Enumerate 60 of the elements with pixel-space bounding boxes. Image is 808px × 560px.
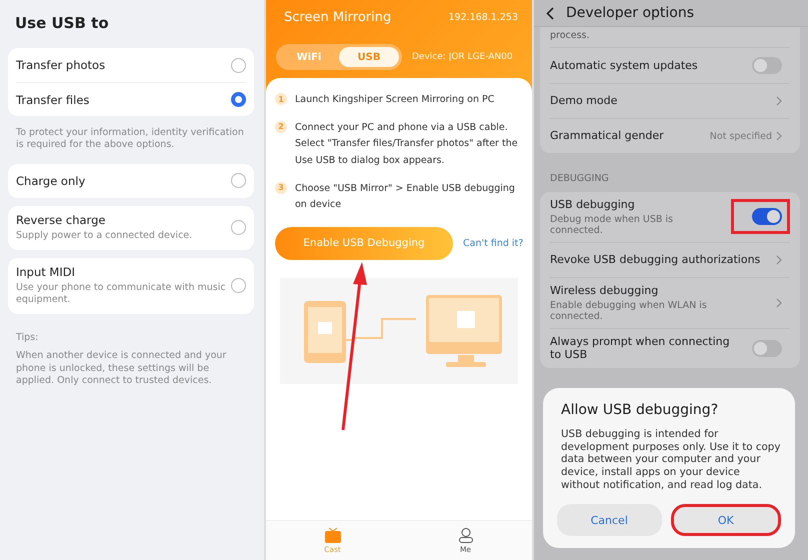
option-label[interactable]: Transfer files xyxy=(16,92,90,106)
settings-row[interactable]: Automatic system updates xyxy=(550,47,790,83)
screen-title: Developer options xyxy=(566,5,694,21)
setting-value: Not specified xyxy=(710,130,772,142)
settings-row[interactable]: Always prompt when connecting to USB xyxy=(550,328,790,368)
person-icon xyxy=(458,528,474,542)
page-title: Use USB to xyxy=(15,14,110,32)
toggle-switch[interactable] xyxy=(752,208,782,226)
chevron-icon xyxy=(776,131,782,141)
settings-row[interactable]: Revoke USB debugging authorizations xyxy=(550,242,790,277)
setting-label: Revoke USB debugging authorizations xyxy=(550,252,760,267)
tips-text: When another device is connected and your phone is unlocked, these settings will be applied. Only connect to trusted devices. xyxy=(15,349,228,388)
step-number: 3 xyxy=(275,182,287,194)
dialog-message: USB debugging is intended for development purposes only. Use it to copy data between your computer and your device, install apps on your device without notification, and read log data. xyxy=(561,428,781,492)
setting-label: Wireless debugging xyxy=(550,284,660,298)
step-number: 1 xyxy=(275,93,287,105)
setting-description: Enable debugging when WLAN is connected. xyxy=(550,300,708,322)
setting-label: USB debugging xyxy=(550,198,636,212)
radio-button[interactable] xyxy=(231,58,246,72)
setting-label: Automatic system updates xyxy=(550,58,698,72)
setting-label: Always prompt when connecting to USB xyxy=(550,334,731,362)
device-name: Device: ǀOR LGE-AN00 xyxy=(412,52,513,62)
option-description: Use your phone to communicate with music equipment. xyxy=(16,282,227,308)
ip-address: 192.168.1.253 xyxy=(448,12,518,22)
settings-row[interactable]: Demo mode xyxy=(550,83,790,118)
step-text: Choose "USB Mirror" > Enable USB debugging on device xyxy=(295,182,516,212)
dialog-button[interactable]: Cancel xyxy=(557,504,662,536)
settings-row[interactable]: USB debugging Debug mode when USB is connected. xyxy=(550,192,790,242)
back-icon[interactable] xyxy=(546,6,554,20)
info-note: To protect your information, identity verification is required for the above options. xyxy=(15,126,245,152)
dialog-button[interactable]: OK xyxy=(670,504,781,536)
radio-button[interactable] xyxy=(231,278,246,294)
settings-row[interactable]: Grammatical gender Not specified xyxy=(550,118,790,153)
tips-title: Tips: xyxy=(15,331,40,344)
radio-button[interactable] xyxy=(231,92,246,107)
step-text: Launch Kingshiper Screen Mirroring on PC xyxy=(295,93,494,107)
setting-description: Debug mode when USB is connected. xyxy=(550,214,674,236)
help-link[interactable]: Can't find it? xyxy=(463,238,524,249)
settings-row[interactable]: Wireless debugging Enable debugging when WLAN is connected. xyxy=(550,276,790,328)
toggle-switch[interactable] xyxy=(752,340,782,357)
setting-label: Grammatical gender xyxy=(550,129,664,143)
step-number: 2 xyxy=(275,120,287,133)
chevron-icon xyxy=(776,298,782,308)
radio-button[interactable] xyxy=(231,220,246,236)
dialog-title: Allow USB debugging? xyxy=(561,402,720,418)
cast-icon xyxy=(324,528,340,542)
option-label[interactable]: Reverse charge xyxy=(16,212,192,227)
setting-label: Demo mode xyxy=(550,94,618,108)
chevron-icon xyxy=(776,254,782,265)
option-label[interactable]: Transfer photos xyxy=(16,58,106,72)
toggle-switch[interactable] xyxy=(752,57,782,74)
step-text: Connect your PC and phone via a USB cable. Select "Transfer files/Transfer photos" after the Use USB to dialog box appears. xyxy=(295,120,519,168)
option-label[interactable]: Charge only xyxy=(16,174,86,188)
radio-button[interactable] xyxy=(231,173,246,188)
section-header: DEBUGGING xyxy=(549,172,610,186)
chevron-icon xyxy=(776,96,782,106)
setting-description: process. xyxy=(550,29,591,43)
option-label[interactable]: Input MIDI xyxy=(16,264,231,278)
option-description: Supply power to a connected device. xyxy=(16,230,192,242)
app-title: Screen Mirroring xyxy=(284,10,392,24)
